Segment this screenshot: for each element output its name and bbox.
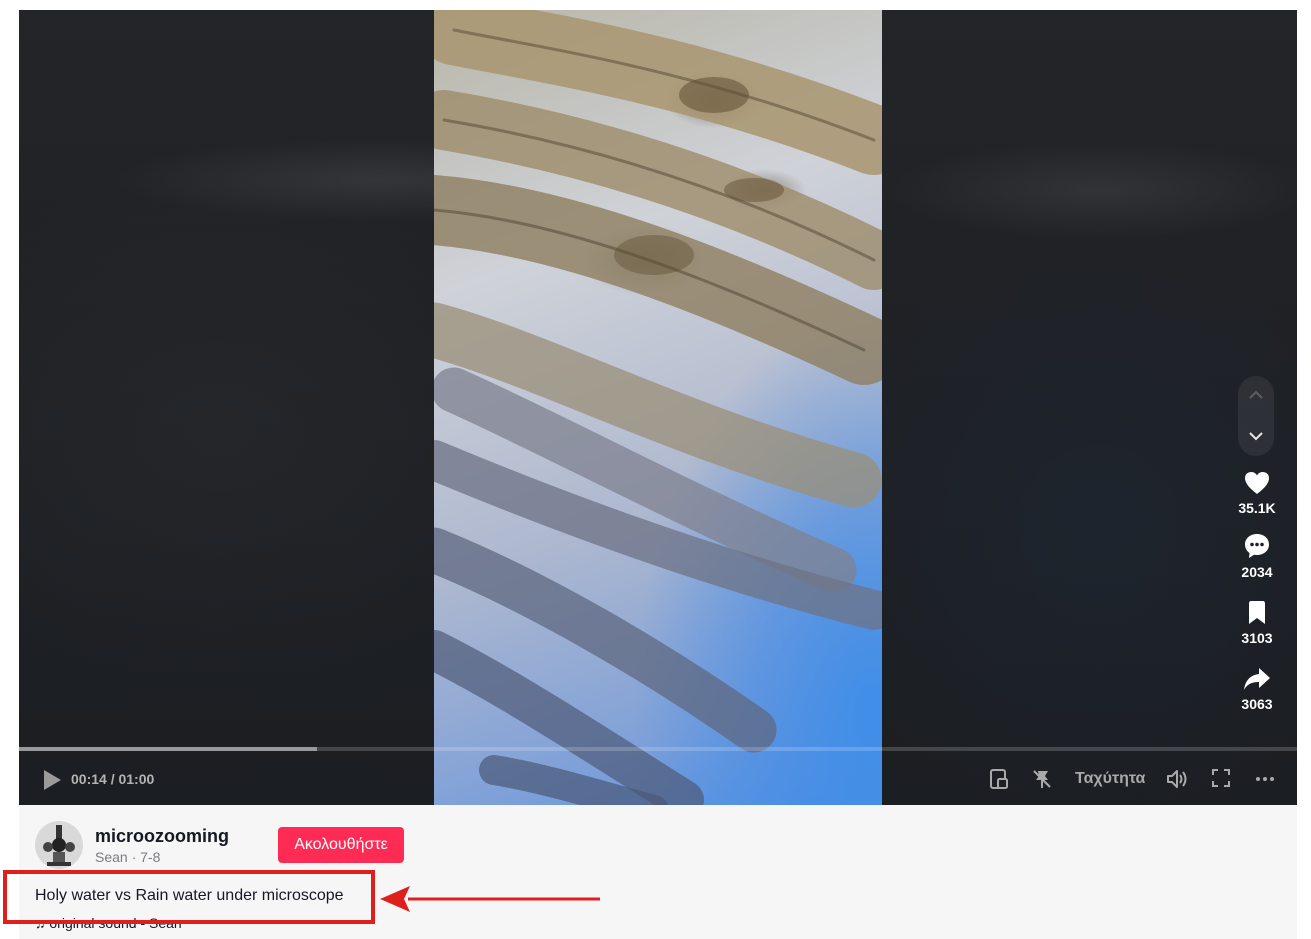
play-icon[interactable] [41, 768, 63, 792]
pin-icon[interactable] [1031, 768, 1053, 790]
avatar[interactable] [35, 821, 83, 869]
progress-fill [19, 747, 318, 751]
video-navigation [1238, 376, 1274, 456]
player-controls: 00:14 / 01:00 Ταχύτητα [19, 762, 1297, 798]
share-count: 3063 [1241, 696, 1273, 712]
microscope-avatar-icon [35, 821, 83, 869]
progress-bar[interactable] [19, 747, 1297, 751]
heart-icon [1245, 472, 1269, 494]
chevron-up-icon[interactable] [1248, 390, 1264, 400]
speed-button[interactable]: Ταχύτητα [1075, 770, 1145, 788]
comment-icon [1245, 534, 1269, 558]
like-count: 35.1K [1238, 500, 1276, 516]
follow-button[interactable]: Ακολουθήστε [278, 827, 404, 863]
fullscreen-icon[interactable] [1211, 768, 1231, 788]
share-button[interactable]: 3063 [1237, 666, 1277, 712]
username[interactable]: microozooming [95, 826, 229, 847]
caption-highlight-box [3, 870, 375, 924]
chevron-down-icon[interactable] [1248, 431, 1264, 441]
like-button[interactable]: 35.1K [1237, 470, 1277, 516]
annotation-arrow [380, 886, 600, 912]
time-display: 00:14 / 01:00 [71, 771, 155, 787]
bookmark-icon [1249, 601, 1265, 624]
volume-icon[interactable] [1165, 768, 1189, 790]
video-player[interactable]: 00:14 / 01:00 Ταχύτητα 35.1K 2034 3103 3… [19, 10, 1297, 805]
share-icon [1244, 668, 1270, 690]
more-icon[interactable] [1255, 776, 1275, 782]
save-button[interactable]: 3103 [1237, 600, 1277, 646]
comment-count: 2034 [1241, 564, 1273, 580]
author-subtitle: Sean · 7-8 [95, 849, 161, 865]
save-count: 3103 [1241, 630, 1273, 646]
microscope-image [434, 10, 882, 805]
video-frame[interactable] [434, 10, 882, 805]
comment-button[interactable]: 2034 [1237, 532, 1277, 580]
floating-player-icon[interactable] [989, 768, 1009, 790]
